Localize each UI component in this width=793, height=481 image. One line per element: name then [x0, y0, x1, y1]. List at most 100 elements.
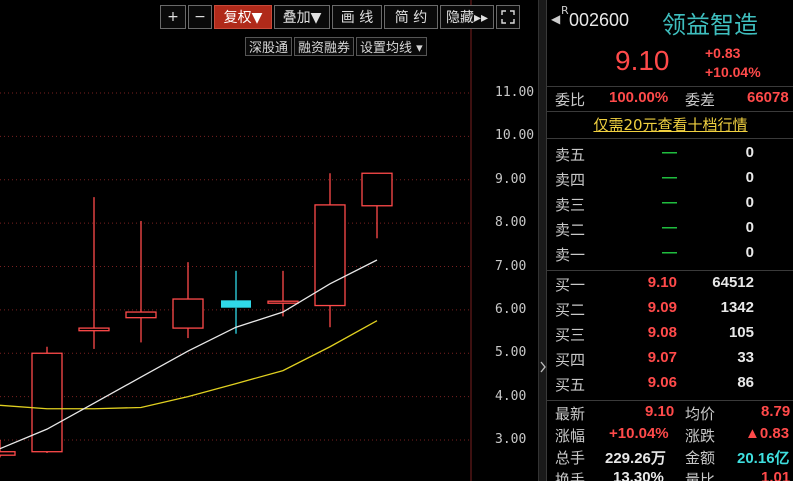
book-price: 9.10	[647, 274, 677, 291]
book-level-label: 买四	[555, 351, 586, 369]
stock-name: 领益智造	[662, 11, 758, 39]
y-tick-label: 10.00	[495, 128, 535, 143]
book-volume: 86	[737, 374, 754, 391]
prev-stock-icon[interactable]: ◀	[551, 12, 560, 26]
zoom-out-button[interactable]: −	[188, 5, 212, 29]
draw-line-button[interactable]: 画 线	[332, 5, 382, 29]
candle-body	[78, 327, 110, 332]
y-tick-label: 8.00	[495, 215, 527, 230]
book-level-label: 卖一	[555, 246, 586, 264]
book-volume: 0	[745, 169, 754, 186]
weicha-label: 委差	[685, 91, 716, 109]
ask-row[interactable]: 卖三 — 0	[547, 194, 793, 219]
pct-value: +10.04%	[609, 425, 669, 442]
chg-label: 涨跌	[685, 427, 716, 445]
y-tick-label: 5.00	[495, 345, 527, 360]
book-level-label: 买五	[555, 376, 586, 394]
current-price: 9.10	[615, 45, 670, 76]
brief-button[interactable]: 简 约	[384, 5, 438, 29]
weibi-value: 100.00%	[609, 89, 669, 106]
book-volume: 0	[745, 219, 754, 236]
overlay-button[interactable]: 叠加▼	[274, 5, 330, 29]
bid-row[interactable]: 买三 9.08 105	[547, 324, 793, 349]
turnover-value: 13.30%	[613, 469, 664, 481]
kline-chart-area[interactable]: + − 复权▼ 叠加▼ 画 线 简 约 隐藏▸▸ 深股通 融资融券 设置均线 ▾…	[0, 0, 546, 481]
price-change: +0.83	[705, 45, 741, 61]
bid-row[interactable]: 买二 9.09 1342	[547, 299, 793, 324]
book-level-label: 买三	[555, 326, 586, 344]
book-level-label: 买二	[555, 301, 586, 319]
fullscreen-icon	[501, 10, 515, 24]
volume-label: 总手	[555, 449, 586, 467]
bid-row[interactable]: 买一 9.10 64512	[547, 274, 793, 299]
bid-row[interactable]: 买五 9.06 86	[547, 374, 793, 399]
y-tick-label: 11.00	[495, 85, 535, 100]
candle-body	[361, 172, 393, 207]
hide-button[interactable]: 隐藏▸▸	[440, 5, 494, 29]
y-tick-label: 6.00	[495, 302, 527, 317]
volume-ratio-label: 量比	[685, 471, 716, 481]
margin-trading-button[interactable]: 融资融券	[294, 37, 355, 56]
book-price: 9.07	[647, 349, 677, 366]
pct-label: 涨幅	[555, 427, 586, 445]
latest-label: 最新	[555, 405, 586, 423]
ask-row[interactable]: 卖一 — 0	[547, 244, 793, 269]
avg-value: 8.79	[761, 403, 791, 420]
r-mark: R	[561, 4, 569, 17]
book-level-label: 买一	[555, 276, 586, 294]
commission-row: 委比 100.00% 委差 66078	[547, 89, 793, 111]
book-price: —	[662, 244, 677, 261]
y-tick-label: 7.00	[495, 259, 527, 274]
chg-value: ▲0.83	[745, 425, 790, 442]
fullscreen-button[interactable]	[496, 5, 520, 29]
book-volume: 64512	[712, 274, 754, 291]
y-tick-label: 9.00	[495, 172, 527, 187]
book-volume: 105	[728, 324, 754, 341]
turnover-label: 换手	[555, 471, 586, 481]
chart-sub-toolbar: 深股通 融资融券 设置均线 ▾	[245, 37, 429, 56]
volume-ratio-value: 1.01	[761, 469, 791, 481]
book-price: —	[662, 144, 677, 161]
book-price: 9.09	[647, 299, 677, 316]
ask-row[interactable]: 卖五 — 0	[547, 144, 793, 169]
ma-settings-dropdown[interactable]: 设置均线 ▾	[356, 37, 427, 56]
book-volume: 0	[745, 144, 754, 161]
quote-panel: ◀ R 002600 领益智造 9.10 +0.83 +10.04% 委比 10…	[546, 0, 793, 481]
latest-value: 9.10	[645, 403, 675, 420]
book-volume: 1342	[720, 299, 754, 316]
candle-body	[221, 300, 251, 308]
book-price: 9.08	[647, 324, 677, 341]
stat-row: 最新 9.10 均价 8.79	[547, 403, 793, 425]
divider	[547, 111, 793, 112]
ask-row[interactable]: 卖四 — 0	[547, 169, 793, 194]
zoom-in-button[interactable]: +	[160, 5, 186, 29]
avg-label: 均价	[685, 405, 716, 423]
ask-row[interactable]: 卖二 — 0	[547, 219, 793, 244]
book-volume: 0	[745, 194, 754, 211]
candle-body	[0, 451, 16, 456]
volume-value: 229.26万	[605, 450, 666, 467]
ten-level-promo-link[interactable]: 仅需20元查看十档行情	[547, 114, 793, 135]
stat-row: 涨幅 +10.04% 涨跌 ▲0.83	[547, 425, 793, 447]
stat-row: 总手 229.26万 金额 20.16亿	[547, 447, 793, 469]
weicha-value: 66078	[747, 89, 789, 106]
candle-body	[267, 300, 299, 304]
book-price: —	[662, 219, 677, 236]
bid-row[interactable]: 买四 9.07 33	[547, 349, 793, 374]
kline-chart[interactable]	[0, 0, 546, 481]
y-tick-label: 3.00	[495, 432, 527, 447]
restore-rights-button[interactable]: 复权▼	[214, 5, 272, 29]
panel-splitter[interactable]	[538, 0, 546, 481]
chart-toolbar: + − 复权▼ 叠加▼ 画 线 简 约 隐藏▸▸	[160, 5, 522, 29]
divider	[547, 270, 793, 271]
divider	[547, 400, 793, 401]
amount-value: 20.16亿	[737, 450, 790, 467]
book-volume: 33	[737, 349, 754, 366]
stock-code: 002600	[569, 10, 630, 30]
shenzhen-connect-button[interactable]: 深股通	[245, 37, 293, 56]
book-level-label: 卖五	[555, 146, 586, 164]
quote-header: ◀ R 002600 领益智造	[547, 0, 793, 39]
candle-body	[31, 352, 63, 453]
candle-body	[125, 311, 157, 319]
book-volume: 0	[745, 244, 754, 261]
